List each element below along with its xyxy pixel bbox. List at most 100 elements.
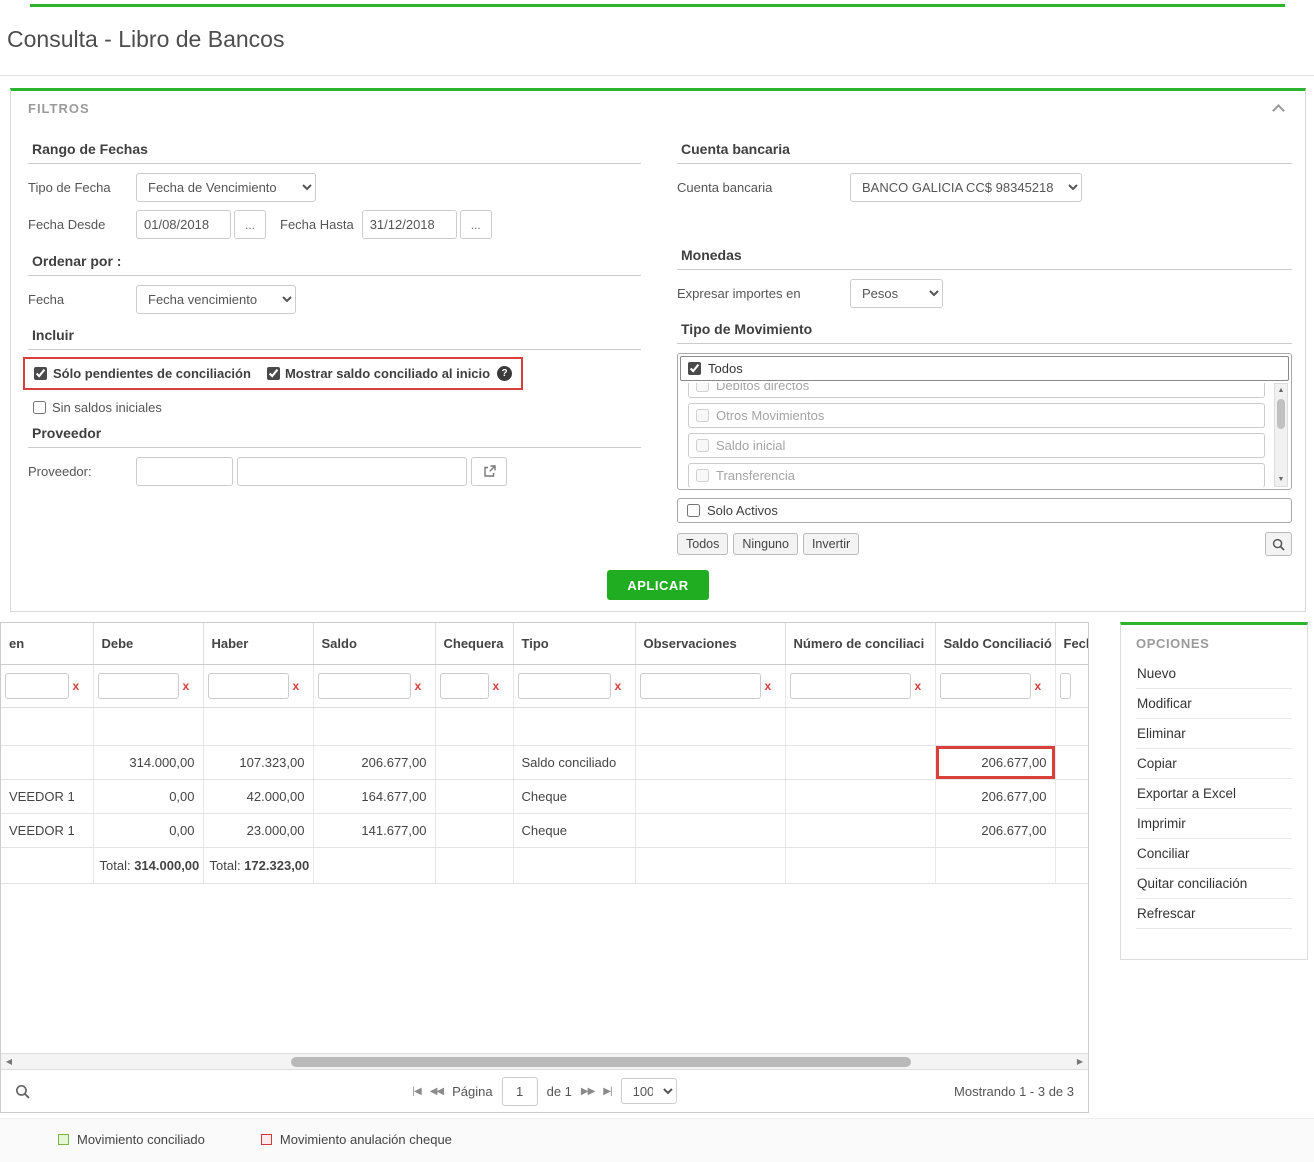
sin-saldos-checkbox-row[interactable]: Sin saldos iniciales (33, 400, 641, 415)
column-header-saldo-conciliacion[interactable]: Saldo Conciliació (935, 623, 1056, 665)
option-conciliar[interactable]: Conciliar (1136, 839, 1292, 869)
column-header-saldo[interactable]: Saldo (313, 623, 436, 665)
column-header-fecha[interactable]: Fech (1055, 623, 1088, 665)
help-icon[interactable]: ? (497, 366, 513, 381)
column-filter-input[interactable] (5, 673, 69, 699)
movement-search-button[interactable] (1265, 532, 1292, 556)
total-haber: Total: 172.323,00 (203, 847, 314, 884)
solo-pendientes-checkbox[interactable] (34, 367, 47, 380)
invert-selection-button[interactable]: Invertir (802, 533, 860, 555)
movement-item-checkbox[interactable] (696, 409, 709, 422)
column-filter-input[interactable] (639, 673, 761, 699)
clear-filter-button[interactable]: x (183, 679, 190, 693)
pager: |◀ ◀◀ Página de 1 ▶▶ ▶| 100 Mostrando 1 … (1, 1069, 1088, 1112)
table-row[interactable]: 314.000,00 107.323,00 206.677,00 Saldo c… (1, 745, 1088, 780)
option-imprimir[interactable]: Imprimir (1136, 809, 1292, 839)
mostrar-saldo-checkbox[interactable] (266, 367, 280, 380)
solo-activos-checkbox-row[interactable]: Solo Activos (677, 498, 1292, 523)
vertical-scrollbar[interactable]: ▲ ▼ (1274, 383, 1288, 487)
option-copiar[interactable]: Copiar (1136, 749, 1292, 779)
movement-item[interactable]: Otros Movimientos (688, 403, 1265, 428)
column-header-haber[interactable]: Haber (203, 623, 314, 665)
movement-item-checkbox[interactable] (696, 383, 709, 392)
mostrar-saldo-checkbox-row[interactable]: Mostrar saldo conciliado al inicio ? (266, 366, 513, 381)
movement-item-checkbox[interactable] (696, 439, 709, 452)
column-filter-input[interactable] (1059, 673, 1071, 699)
column-header-numero-conciliacion[interactable]: Número de conciliaci (785, 623, 936, 665)
column-filter-input[interactable] (207, 673, 289, 699)
solo-pendientes-checkbox-row[interactable]: Sólo pendientes de conciliación (34, 366, 251, 381)
page-size-select[interactable]: 100 (620, 1078, 677, 1104)
fecha-hasta-picker-button[interactable]: ... (459, 210, 492, 239)
column-filter-input[interactable] (789, 673, 911, 699)
clear-filter-button[interactable]: x (73, 679, 80, 693)
cell-tipo: Cheque (513, 813, 636, 848)
clear-filter-button[interactable]: x (915, 679, 922, 693)
option-quitar-conciliacion[interactable]: Quitar conciliación (1136, 869, 1292, 899)
movement-item[interactable]: Saldo inicial (688, 433, 1265, 458)
scroll-left-icon[interactable]: ◀ (1, 1054, 17, 1069)
column-header-observaciones[interactable]: Observaciones (635, 623, 786, 665)
clear-filter-button[interactable]: x (293, 679, 300, 693)
scroll-right-icon[interactable]: ▶ (1072, 1054, 1088, 1069)
filters-right-column: Cuenta bancaria Cuenta bancaria BANCO GA… (677, 141, 1292, 556)
option-modificar[interactable]: Modificar (1136, 689, 1292, 719)
grid-search-button[interactable] (15, 1084, 30, 1099)
clear-filter-button[interactable]: x (493, 679, 500, 693)
moneda-select[interactable]: Pesos (850, 279, 943, 308)
column-header-tipo[interactable]: Tipo (513, 623, 636, 665)
clear-filter-button[interactable]: x (415, 679, 422, 693)
fecha-desde-picker-button[interactable]: ... (234, 210, 266, 239)
horizontal-scroll-thumb[interactable] (291, 1057, 911, 1067)
proveedor-lookup-button[interactable] (471, 457, 507, 486)
select-all-button[interactable]: Todos (677, 533, 729, 555)
column-filter-input[interactable] (317, 673, 411, 699)
cuenta-bancaria-label: Cuenta bancaria (677, 180, 773, 195)
movement-item-todos[interactable]: Todos (680, 356, 1289, 381)
solo-activos-checkbox[interactable] (687, 504, 700, 517)
scroll-up-icon[interactable]: ▲ (1275, 384, 1287, 397)
cell-saldo: 206.677,00 (313, 745, 436, 780)
option-refrescar[interactable]: Refrescar (1136, 899, 1292, 929)
tipo-de-fecha-select[interactable]: Fecha de Vencimiento (136, 173, 316, 202)
fecha-desde-input[interactable] (136, 210, 231, 239)
table-row[interactable]: VEEDOR 1 0,00 23.000,00 141.677,00 Chequ… (1, 813, 1088, 848)
movement-item[interactable]: Transferencia (688, 463, 1265, 487)
horizontal-scrollbar[interactable]: ◀ ▶ (1, 1053, 1088, 1070)
first-page-button[interactable]: |◀ (412, 1086, 421, 1097)
next-page-button[interactable]: ▶▶ (581, 1086, 595, 1097)
page: Consulta - Libro de Bancos FILTROS Rango… (0, 0, 1314, 1162)
table-row[interactable]: VEEDOR 1 0,00 42.000,00 164.677,00 Chequ… (1, 779, 1088, 814)
column-header-chequera[interactable]: Chequera (435, 623, 514, 665)
column-header-debe[interactable]: Debe (93, 623, 204, 665)
option-exportar-excel[interactable]: Exportar a Excel (1136, 779, 1292, 809)
column-filter-input[interactable] (97, 673, 179, 699)
proveedor-code-input[interactable] (136, 457, 233, 486)
scroll-down-icon[interactable]: ▼ (1275, 473, 1287, 486)
fecha-hasta-input[interactable] (361, 210, 457, 239)
sin-saldos-checkbox[interactable] (33, 401, 46, 414)
clear-filter-button[interactable]: x (1035, 679, 1042, 693)
column-header-origen[interactable]: en (1, 623, 94, 665)
collapse-chevron-icon[interactable] (1272, 104, 1285, 117)
column-filter-input[interactable] (939, 673, 1031, 699)
column-filter-input[interactable] (517, 673, 611, 699)
movement-todos-checkbox[interactable] (688, 362, 701, 375)
movement-item[interactable]: Débitos directos (688, 383, 1265, 398)
last-page-button[interactable]: ▶| (603, 1086, 612, 1097)
apply-button[interactable]: APLICAR (607, 570, 709, 600)
clear-filter-button[interactable]: x (615, 679, 622, 693)
option-nuevo[interactable]: Nuevo (1136, 659, 1292, 689)
page-number-input[interactable] (501, 1076, 538, 1106)
clear-filter-button[interactable]: x (765, 679, 772, 693)
movement-item-checkbox[interactable] (696, 469, 709, 482)
option-eliminar[interactable]: Eliminar (1136, 719, 1292, 749)
column-filter-input[interactable] (439, 673, 489, 699)
select-none-button[interactable]: Ninguno (733, 533, 798, 555)
prev-page-button[interactable]: ◀◀ (430, 1086, 444, 1097)
ordenar-fecha-select[interactable]: Fecha vencimiento (136, 285, 296, 314)
cuenta-bancaria-select[interactable]: BANCO GALICIA CC$ 98345218 (850, 173, 1082, 202)
proveedor-name-input[interactable] (237, 457, 467, 486)
external-link-icon (483, 465, 496, 477)
vertical-scroll-thumb[interactable] (1277, 399, 1285, 429)
